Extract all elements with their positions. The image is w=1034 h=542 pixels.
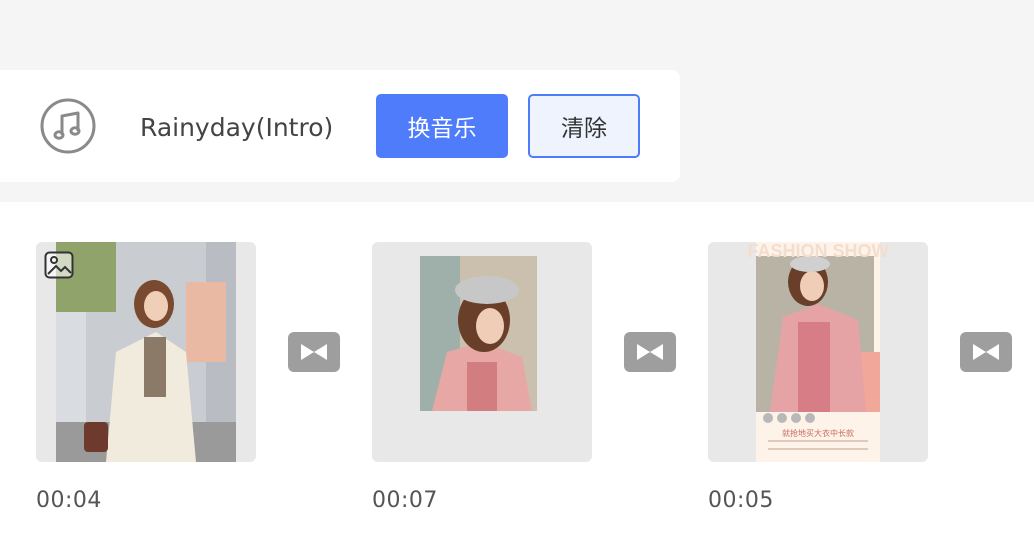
- poster-heading: FASHION SHOW: [747, 242, 888, 261]
- clip-thumbnail-1[interactable]: [36, 242, 256, 462]
- clip-3-photo: FASHION SHOW 就抢地买大衣中长款: [747, 242, 889, 462]
- song-title: Rainyday(Intro): [140, 113, 334, 142]
- bowtie-transition-icon: [637, 344, 663, 360]
- clip-2-photo: [420, 256, 537, 411]
- clip-thumbnail-2[interactable]: [372, 242, 592, 462]
- poster-caption: 就抢地买大衣中长款: [782, 428, 854, 438]
- clip-thumbnail-3[interactable]: FASHION SHOW 就抢地买大衣中长款: [708, 242, 928, 462]
- music-note-icon[interactable]: [40, 98, 96, 154]
- transition-button-1[interactable]: [288, 332, 340, 372]
- clip-1-duration: 00:04: [36, 488, 102, 513]
- bowtie-transition-icon: [973, 344, 999, 360]
- clear-music-button[interactable]: 清除: [528, 94, 640, 158]
- transition-button-2[interactable]: [624, 332, 676, 372]
- clip-3-duration: 00:05: [708, 488, 774, 513]
- image-icon: [44, 251, 74, 279]
- bowtie-transition-icon: [301, 344, 327, 360]
- change-music-button[interactable]: 换音乐: [376, 94, 508, 158]
- clip-2-duration: 00:07: [372, 488, 438, 513]
- transition-button-3[interactable]: [960, 332, 1012, 372]
